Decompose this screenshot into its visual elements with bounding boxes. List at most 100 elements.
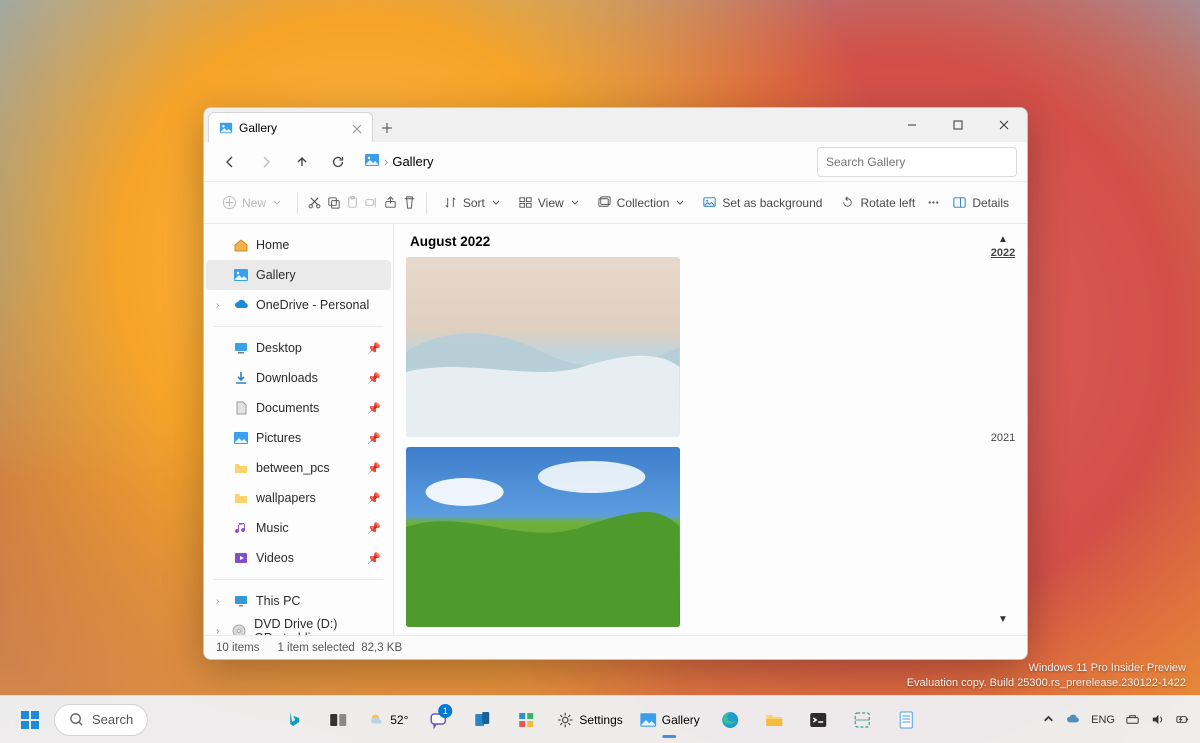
- desktop-icon: [233, 340, 249, 356]
- chevron-right-icon[interactable]: ›: [216, 626, 224, 636]
- separator: [426, 192, 427, 214]
- timeline-down-icon[interactable]: ▼: [998, 614, 1008, 625]
- pictures-icon: [364, 152, 380, 171]
- breadcrumb-location[interactable]: Gallery: [392, 154, 433, 169]
- date-bucket-header: August 2022: [410, 234, 963, 249]
- disc-icon: [231, 623, 247, 635]
- timeline-scrubber[interactable]: ▲ 2022 2021 ▼: [979, 224, 1027, 635]
- taskbar-center: 52° 1 Settings Gallery: [274, 700, 926, 740]
- chevron-right-icon[interactable]: ›: [216, 300, 226, 311]
- taskbar-snipping-icon[interactable]: [842, 700, 882, 740]
- taskbar-notepad-icon[interactable]: [886, 700, 926, 740]
- folder-icon: [233, 490, 249, 506]
- chevron-right-icon: ›: [384, 154, 388, 169]
- pictures-icon: [233, 267, 249, 283]
- pictures-icon: [639, 711, 657, 729]
- new-tab-button[interactable]: [373, 114, 401, 142]
- maximize-button[interactable]: [935, 108, 981, 142]
- system-tray[interactable]: ENG: [1041, 712, 1190, 727]
- tray-language[interactable]: ENG: [1091, 714, 1115, 726]
- pin-icon: 📌: [367, 432, 381, 445]
- refresh-button[interactable]: [322, 146, 354, 178]
- tray-onedrive-icon[interactable]: [1066, 712, 1081, 727]
- start-button[interactable]: [10, 700, 50, 740]
- sidebar-item-downloads[interactable]: Downloads📌: [206, 363, 391, 393]
- sidebar-item-desktop[interactable]: Desktop📌: [206, 333, 391, 363]
- gallery-view[interactable]: August 2022: [394, 224, 979, 635]
- tab-strip: Gallery: [204, 108, 1027, 142]
- back-button[interactable]: [214, 146, 246, 178]
- sort-button[interactable]: Sort: [435, 187, 508, 219]
- taskbar-phone-link-icon[interactable]: [462, 700, 502, 740]
- sidebar-item-wallpapers[interactable]: wallpapers📌: [206, 483, 391, 513]
- timeline-year[interactable]: 2021: [991, 432, 1015, 444]
- taskbar-edge-icon[interactable]: [710, 700, 750, 740]
- sidebar-item-gallery[interactable]: Gallery: [206, 260, 391, 290]
- sidebar-item-onedrive[interactable]: › OneDrive - Personal: [206, 290, 391, 320]
- tray-network-icon[interactable]: [1125, 712, 1140, 727]
- sidebar-item-music[interactable]: Music📌: [206, 513, 391, 543]
- timeline-year-current[interactable]: 2022: [991, 247, 1015, 259]
- taskbar-taskview-icon[interactable]: [318, 700, 358, 740]
- taskbar-weather[interactable]: 52°: [362, 700, 414, 740]
- downloads-icon: [233, 370, 249, 386]
- pin-icon: 📌: [367, 462, 381, 475]
- rotate-left-button[interactable]: Rotate left: [832, 187, 923, 219]
- sidebar-item-videos[interactable]: Videos📌: [206, 543, 391, 573]
- sidebar-item-dvd[interactable]: › DVD Drive (D:) GParted-live: [206, 616, 391, 635]
- search-input[interactable]: [826, 155, 1008, 169]
- tray-volume-icon[interactable]: [1150, 712, 1165, 727]
- sidebar-item-this-pc[interactable]: › This PC: [206, 586, 391, 616]
- tray-battery-icon[interactable]: [1175, 712, 1190, 727]
- taskbar-search[interactable]: Search: [54, 704, 148, 736]
- close-window-button[interactable]: [981, 108, 1027, 142]
- breadcrumb[interactable]: › Gallery: [364, 152, 434, 171]
- taskbar-settings[interactable]: Settings: [550, 700, 628, 740]
- details-pane-button[interactable]: Details: [944, 187, 1017, 219]
- sidebar-item-between-pcs[interactable]: between_pcs📌: [206, 453, 391, 483]
- sidebar-item-home[interactable]: Home: [206, 230, 391, 260]
- timeline-up-icon[interactable]: ▲: [998, 234, 1008, 245]
- minimize-button[interactable]: [889, 108, 935, 142]
- separator: [297, 192, 298, 214]
- gallery-thumbnail[interactable]: [406, 447, 680, 627]
- pin-icon: 📌: [367, 342, 381, 355]
- gallery-thumbnail[interactable]: [406, 257, 680, 437]
- taskbar-bing-icon[interactable]: [274, 700, 314, 740]
- pin-icon: 📌: [367, 552, 381, 565]
- content-pane: August 2022: [394, 224, 1027, 635]
- chevron-right-icon[interactable]: ›: [216, 596, 226, 607]
- file-explorer-window: Gallery › Gallery Ne: [203, 107, 1028, 660]
- taskbar-terminal-icon[interactable]: [798, 700, 838, 740]
- view-button[interactable]: View: [510, 187, 587, 219]
- taskbar-explorer-icon[interactable]: [754, 700, 794, 740]
- sidebar-item-pictures[interactable]: Pictures📌: [206, 423, 391, 453]
- music-icon: [233, 520, 249, 536]
- taskbar-widgets-icon[interactable]: [506, 700, 546, 740]
- pc-icon: [233, 593, 249, 609]
- tab-gallery[interactable]: Gallery: [208, 112, 373, 142]
- search-box[interactable]: [817, 147, 1017, 177]
- tab-close-icon[interactable]: [352, 123, 362, 133]
- collection-button[interactable]: Collection: [589, 187, 693, 219]
- folder-icon: [233, 460, 249, 476]
- taskbar: Search 52° 1 Settings Gallery ENG: [0, 695, 1200, 743]
- documents-icon: [233, 400, 249, 416]
- tray-chevron-icon[interactable]: [1041, 712, 1056, 727]
- new-button[interactable]: New: [214, 187, 289, 219]
- sidebar-item-documents[interactable]: Documents📌: [206, 393, 391, 423]
- up-button[interactable]: [286, 146, 318, 178]
- separator: [214, 579, 383, 580]
- taskbar-chat-icon[interactable]: 1: [418, 700, 458, 740]
- taskbar-explorer-gallery[interactable]: Gallery: [633, 700, 706, 740]
- set-as-background-button[interactable]: Set as background: [694, 187, 830, 219]
- share-button[interactable]: [382, 187, 399, 219]
- delete-button[interactable]: [401, 187, 418, 219]
- more-button[interactable]: [925, 187, 942, 219]
- copy-button[interactable]: [325, 187, 342, 219]
- status-selection: 1 item selected 82,3 KB: [277, 642, 402, 654]
- rename-button[interactable]: [363, 187, 380, 219]
- cut-button[interactable]: [306, 187, 323, 219]
- paste-button[interactable]: [344, 187, 361, 219]
- forward-button[interactable]: [250, 146, 282, 178]
